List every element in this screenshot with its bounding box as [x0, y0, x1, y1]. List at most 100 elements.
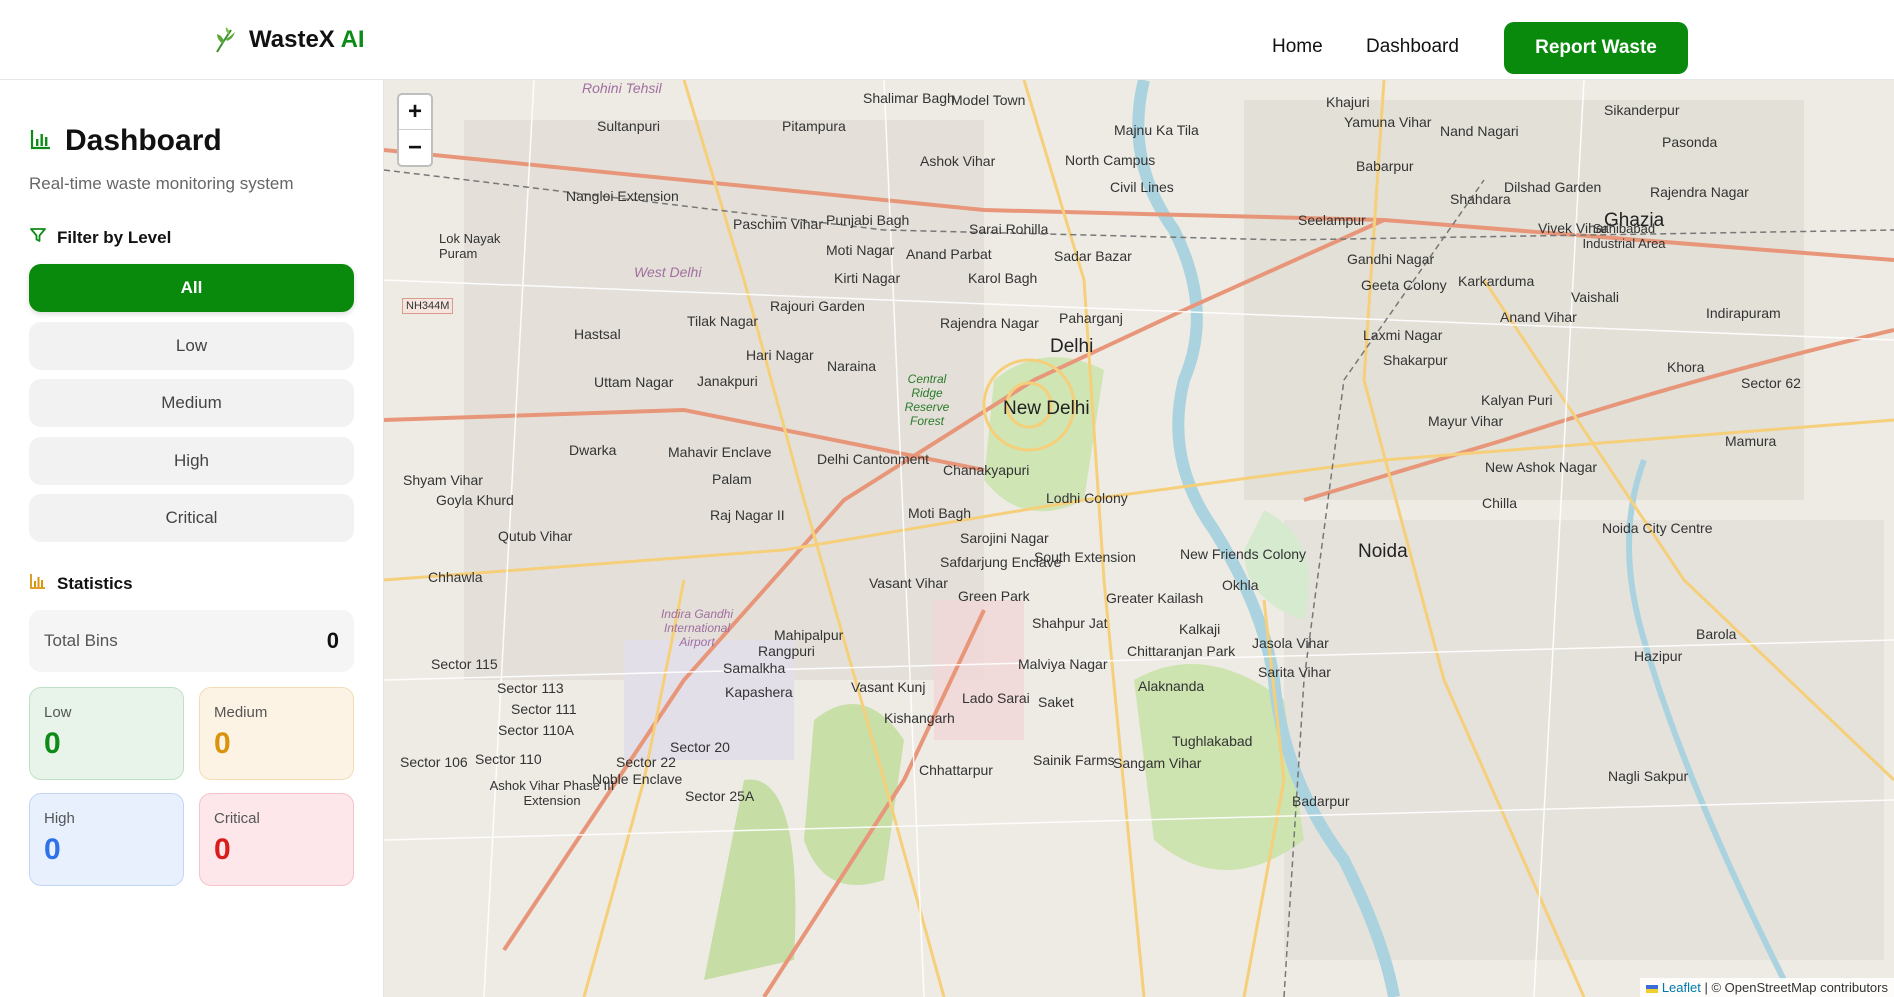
- map-label-ashok-vihar-3: Ashok Vihar Phase III Extension: [489, 778, 615, 808]
- map-label-babarpur: Babarpur: [1356, 158, 1414, 174]
- map-label-sector-106: Sector 106: [400, 754, 468, 770]
- highway-shield: NH344M: [402, 298, 454, 314]
- map-label-new-ashok-nagar: New Ashok Nagar: [1485, 459, 1598, 475]
- map-label-greater-kailash: Greater Kailash: [1106, 590, 1204, 606]
- filter-high-button[interactable]: High: [29, 437, 354, 485]
- map-label-noida-city-centre: Noida City Centre: [1602, 520, 1713, 536]
- map-attribution: Leaflet | © OpenStreetMap contributors: [1640, 978, 1894, 997]
- high-stat-card: High 0: [29, 793, 184, 886]
- map-label-sarojini-nagar: Sarojini Nagar: [960, 530, 1049, 546]
- filter-low-button[interactable]: Low: [29, 322, 354, 370]
- map-label-vasant-kunj: Vasant Kunj: [851, 679, 926, 695]
- stat-label: Low: [44, 704, 72, 721]
- map-label-civil-lines: Civil Lines: [1110, 179, 1174, 195]
- filter-critical-button[interactable]: Critical: [29, 494, 354, 542]
- map-label-sector-62: Sector 62: [1741, 375, 1801, 391]
- map-label-lok-nayak-puram: Lok Nayak Puram: [439, 231, 501, 261]
- map-label-sector-22: Sector 22: [616, 754, 676, 770]
- map-label-dilshad-garden: Dilshad Garden: [1504, 179, 1602, 195]
- map-label-west-delhi: West Delhi: [634, 264, 702, 280]
- map-label-north-campus: North Campus: [1065, 152, 1156, 168]
- map-label-palam: Palam: [712, 471, 752, 487]
- page-title: Dashboard: [65, 124, 222, 157]
- top-navbar: WasteX AI Home Dashboard Report Waste: [0, 0, 1894, 80]
- medium-stat-card: Medium 0: [199, 687, 354, 780]
- map-label-rajouri-garden: Rajouri Garden: [770, 298, 865, 314]
- report-waste-button[interactable]: Report Waste: [1504, 22, 1688, 74]
- filter-medium-button[interactable]: Medium: [29, 379, 354, 427]
- map-label-janakpuri: Janakpuri: [697, 373, 758, 389]
- dashboard-sidebar: Dashboard Real-time waste monitoring sys…: [0, 80, 384, 997]
- map-label-hastsal: Hastsal: [574, 326, 621, 342]
- map-label-chilla: Chilla: [1482, 495, 1518, 511]
- map-label-shakarpur: Shakarpur: [1383, 352, 1448, 368]
- map-label-jasola-vihar: Jasola Vihar: [1252, 635, 1329, 651]
- map-label-malviya-nagar: Malviya Nagar: [1018, 656, 1108, 672]
- nav-dashboard-link[interactable]: Dashboard: [1366, 36, 1459, 58]
- zoom-in-button[interactable]: +: [399, 95, 431, 130]
- map-label-noida: Noida: [1358, 541, 1408, 562]
- map-label-karol-bagh: Karol Bagh: [968, 270, 1038, 286]
- map-label-ashok-vihar: Ashok Vihar: [920, 153, 996, 169]
- map-label-new-delhi: New Delhi: [1003, 398, 1090, 419]
- map-label-sahibabad: Sahibabad Industrial Area: [1582, 221, 1666, 251]
- map-label-sector-115: Sector 115: [431, 656, 498, 672]
- map-label-punjabi-bagh: Punjabi Bagh: [826, 212, 910, 228]
- map-label-chhattarpur: Chhattarpur: [919, 762, 993, 778]
- brand[interactable]: WasteX AI: [213, 26, 365, 54]
- map-label-rohini-tehsil: Rohini Tehsil: [582, 80, 662, 96]
- map-view[interactable]: Delhi New Delhi Noida Ghazia West Delhi …: [384, 80, 1894, 997]
- map-label-rangpuri: Rangpuri: [758, 643, 815, 659]
- map-label-green-park: Green Park: [958, 588, 1030, 604]
- leaflet-link[interactable]: Leaflet: [1662, 980, 1701, 995]
- zoom-control: + −: [397, 93, 433, 167]
- map-label-rajendra-nagar: Rajendra Nagar: [940, 315, 1039, 331]
- map-label-shahpur-jat: Shahpur Jat: [1032, 615, 1108, 631]
- stat-label: Critical: [214, 810, 260, 827]
- map-label-sainik-farms: Sainik Farms: [1033, 752, 1115, 768]
- map-label-raj-nagar: Raj Nagar II: [710, 507, 785, 523]
- map-label-delhi-cantonment: Delhi Cantonment: [817, 451, 930, 467]
- filter-icon: [29, 226, 47, 249]
- map-label-sector-110: Sector 110: [475, 751, 542, 767]
- map-label-new-friends-colony: New Friends Colony: [1180, 546, 1307, 562]
- map-label-vaishali: Vaishali: [1571, 289, 1619, 305]
- statistics-heading: Statistics: [29, 572, 133, 595]
- stat-value: 0: [44, 727, 61, 760]
- map-label-hazipur: Hazipur: [1634, 648, 1683, 664]
- map-label-nagli-sakpur: Nagli Sakpur: [1608, 768, 1689, 784]
- map-label-khora: Khora: [1667, 359, 1705, 375]
- map-label-delhi: Delhi: [1050, 336, 1094, 357]
- nav-home-link[interactable]: Home: [1272, 36, 1323, 58]
- map-label-tilak-nagar: Tilak Nagar: [687, 313, 759, 329]
- map-label-indirapuram: Indirapuram: [1706, 305, 1781, 321]
- filter-all-button[interactable]: All: [29, 264, 354, 312]
- stat-value: 0: [214, 727, 231, 760]
- map-label-okhla: Okhla: [1222, 577, 1259, 593]
- map-label-kishangarh: Kishangarh: [884, 710, 955, 726]
- map-label-naraina: Naraina: [827, 358, 877, 374]
- map-label-shyam-vihar: Shyam Vihar: [403, 472, 483, 488]
- bar-chart-icon: [29, 572, 47, 595]
- map-label-goyla-khurd: Goyla Khurd: [436, 492, 514, 508]
- map-label-kapashera: Kapashera: [725, 684, 793, 700]
- map-label-mahipalpur: Mahipalpur: [774, 627, 844, 643]
- map-label-khajuri: Khajuri: [1326, 94, 1370, 110]
- stat-label: High: [44, 810, 75, 827]
- map-label-rajendra-nagar-east: Rajendra Nagar: [1650, 184, 1749, 200]
- map-label-sangam-vihar: Sangam Vihar: [1113, 755, 1202, 771]
- stat-label: Medium: [214, 704, 268, 721]
- map-label-chhawla: Chhawla: [428, 569, 483, 585]
- map-label-mahavir-enclave: Mahavir Enclave: [668, 444, 772, 460]
- bar-chart-icon: [29, 127, 53, 156]
- zoom-out-button[interactable]: −: [399, 130, 431, 165]
- filter-heading: Filter by Level: [29, 226, 171, 249]
- map-label-dwarka: Dwarka: [569, 442, 617, 458]
- map-label-nand-nagari: Nand Nagari: [1440, 123, 1519, 139]
- map-label-alaknanda: Alaknanda: [1138, 678, 1205, 694]
- stat-value: 0: [214, 833, 231, 866]
- map-label-badarpur: Badarpur: [1292, 793, 1350, 809]
- leaf-icon: [213, 26, 239, 54]
- map-label-qutub-vihar: Qutub Vihar: [498, 528, 573, 544]
- map-label-sector-111: Sector 111: [511, 701, 577, 717]
